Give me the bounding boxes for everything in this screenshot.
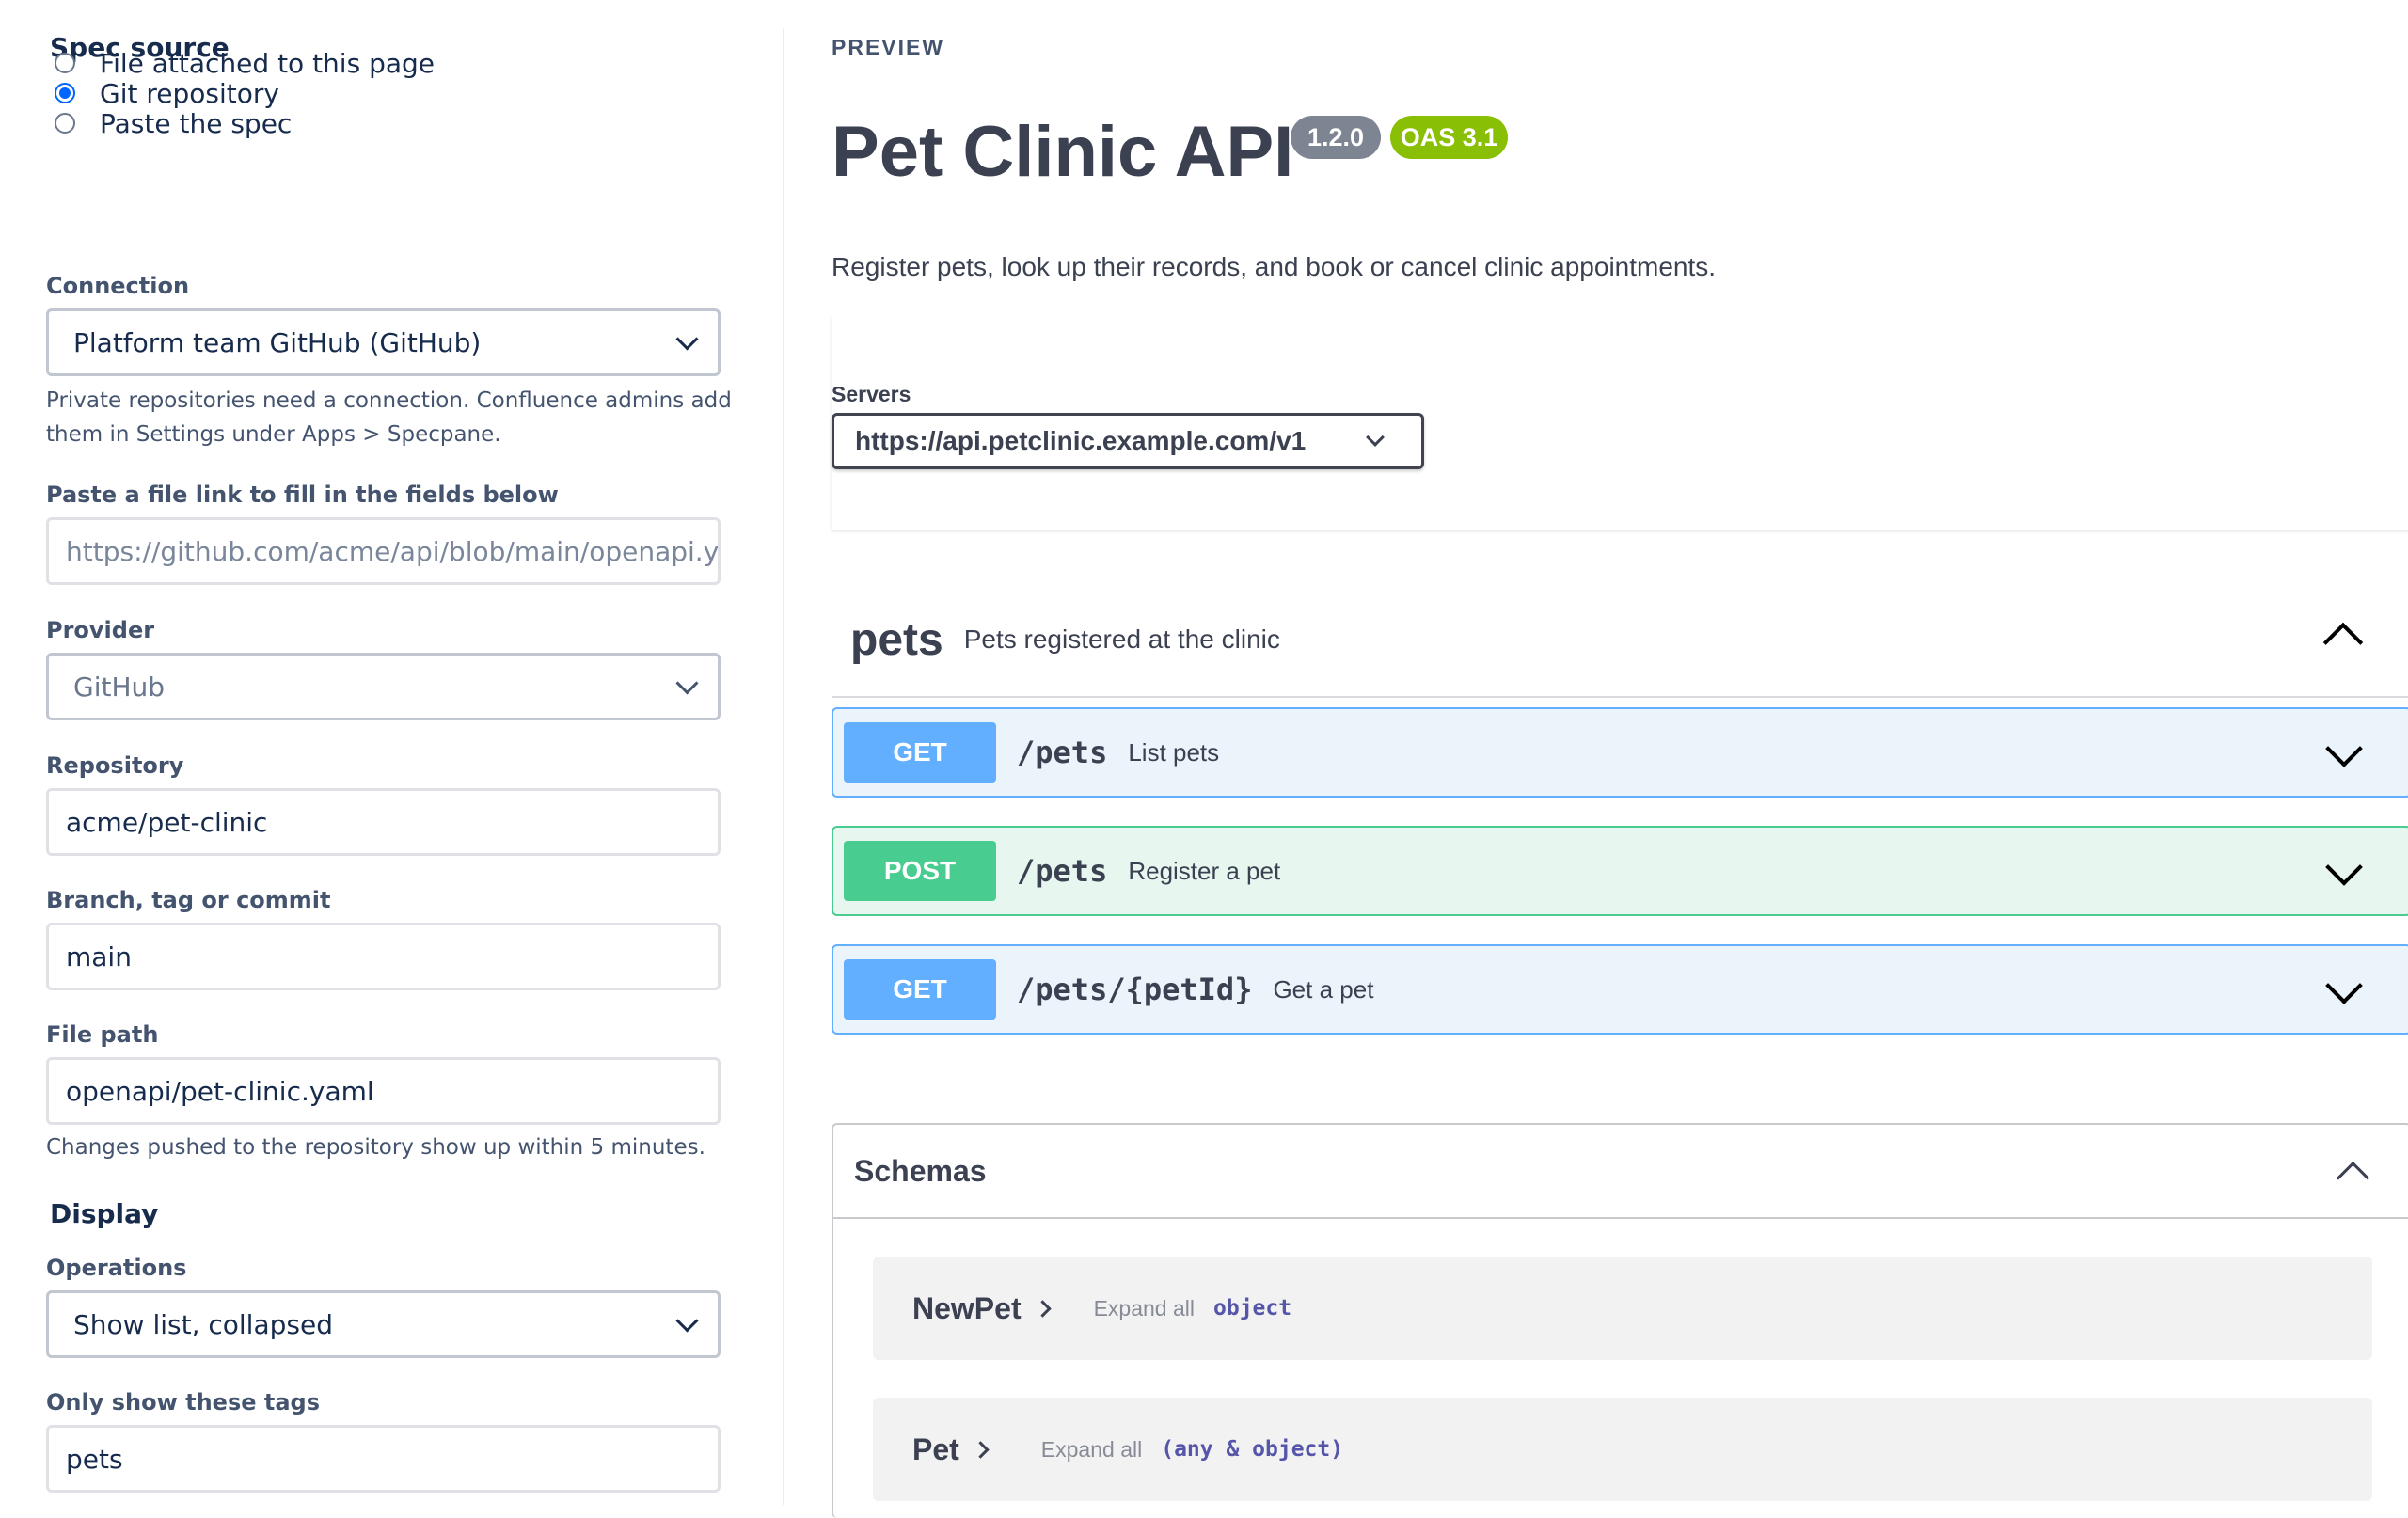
chevron-down-icon[interactable] <box>2325 967 2363 1004</box>
radio-button[interactable] <box>55 113 75 134</box>
tags-value: pets <box>66 1443 123 1475</box>
servers-select[interactable]: https://api.petclinic.example.com/v1 <box>832 413 1424 469</box>
expand-all-link[interactable]: Expand all <box>1041 1437 1142 1463</box>
method-badge: GET <box>844 959 996 1020</box>
preview-label: PREVIEW <box>832 35 945 59</box>
chevron-right-icon[interactable] <box>1033 1299 1052 1318</box>
chevron-down-icon[interactable] <box>2325 730 2363 767</box>
model-name: Pet <box>912 1431 959 1466</box>
file-link-label: Paste a file link to fill in the fields … <box>46 482 559 508</box>
tag-description: Pets registered at the clinic <box>963 625 1280 654</box>
chevron-up-icon[interactable] <box>2322 622 2364 663</box>
operations-value: Show list, collapsed <box>73 1308 333 1340</box>
schema-model-pet[interactable]: Pet Expand all (any & object) <box>873 1398 2372 1501</box>
operation-path: /pets <box>1017 853 1108 889</box>
version-badge: 1.2.0 <box>1291 116 1381 159</box>
chevron-right-icon[interactable] <box>972 1440 990 1459</box>
radio-paste-spec[interactable]: Paste the spec <box>55 108 292 139</box>
tags-label: Only show these tags <box>46 1389 320 1415</box>
schemas-title: Schemas <box>854 1153 987 1188</box>
oas-badge: OAS 3.1 <box>1390 116 1508 159</box>
branch-input[interactable]: main <box>46 923 721 990</box>
api-title: Pet Clinic API <box>832 112 1294 192</box>
file-path-input[interactable]: openapi/pet-clinic.yaml <box>46 1057 721 1125</box>
repository-input[interactable]: acme/pet-clinic <box>46 788 721 856</box>
operation-path: /pets/{petId} <box>1017 972 1253 1007</box>
radio-label: File attached to this page <box>100 47 436 79</box>
connection-select[interactable]: Platform team GitHub (GitHub) <box>46 308 721 376</box>
preview-panel: PREVIEW Pet Clinic API 1.2.0 OAS 3.1 Reg… <box>832 0 2408 1518</box>
operations-select[interactable]: Show list, collapsed <box>46 1290 721 1358</box>
model-type: (any & object) <box>1161 1437 1344 1462</box>
operation-summary: Register a pet <box>1128 856 1281 885</box>
radio-button[interactable] <box>55 53 75 73</box>
connection-help: Private repositories need a connection. … <box>46 388 732 447</box>
display-heading: Display <box>50 1198 159 1229</box>
model-type: object <box>1213 1296 1292 1320</box>
tag-section-header[interactable]: pets Pets registered at the clinic <box>832 583 2408 698</box>
schemas-header[interactable]: Schemas <box>833 1125 2408 1219</box>
operation-summary: List pets <box>1128 737 1220 767</box>
tag-name: pets <box>850 614 943 665</box>
file-link-input[interactable]: https://github.com/acme/api/blob/main/op… <box>46 517 721 585</box>
provider-select[interactable]: GitHub <box>46 653 721 720</box>
panel-divider <box>783 28 784 1505</box>
schema-model-newpet[interactable]: NewPet Expand all object <box>873 1257 2372 1360</box>
operation-path: /pets <box>1017 735 1108 770</box>
file-path-value: openapi/pet-clinic.yaml <box>66 1075 374 1107</box>
chevron-up-icon[interactable] <box>2336 1161 2370 1195</box>
operation-get-pets[interactable]: GET /pets List pets <box>832 707 2408 798</box>
chevron-down-icon <box>675 1308 699 1333</box>
method-badge: GET <box>844 722 996 783</box>
file-link-placeholder: https://github.com/acme/api/blob/main/op… <box>66 535 721 567</box>
schemas-section: Schemas NewPet Expand all object Pet Exp… <box>832 1123 2408 1518</box>
model-name: NewPet <box>912 1290 1022 1325</box>
api-description: Register pets, look up their records, an… <box>832 252 1717 281</box>
provider-label: Provider <box>46 617 155 643</box>
file-path-label: File path <box>46 1021 159 1048</box>
branch-value: main <box>66 941 132 972</box>
chevron-down-icon[interactable] <box>2325 848 2363 886</box>
repository-value: acme/pet-clinic <box>66 806 268 838</box>
servers-label: Servers <box>832 382 911 406</box>
operations-label: Operations <box>46 1255 187 1281</box>
radio-label: Paste the spec <box>100 107 293 139</box>
operation-get-pet-by-id[interactable]: GET /pets/{petId} Get a pet <box>832 944 2408 1035</box>
expand-all-link[interactable]: Expand all <box>1094 1296 1195 1321</box>
method-badge: POST <box>844 841 996 901</box>
chevron-down-icon <box>675 326 699 351</box>
provider-value: GitHub <box>73 671 166 703</box>
branch-label: Branch, tag or commit <box>46 887 331 913</box>
file-path-help: Changes pushed to the repository show up… <box>46 1135 705 1160</box>
repository-label: Repository <box>46 752 184 779</box>
macro-config-panel: Spec source File attached to this page G… <box>0 0 781 1505</box>
radio-button-selected[interactable] <box>55 83 75 103</box>
tags-input[interactable]: pets <box>46 1425 721 1493</box>
operation-summary: Get a pet <box>1273 974 1374 1004</box>
chevron-down-icon <box>1366 428 1385 447</box>
radio-label: Git repository <box>100 77 279 109</box>
chevron-down-icon <box>675 671 699 695</box>
radio-file-attached[interactable]: File attached to this page <box>55 48 435 79</box>
operation-post-pets[interactable]: POST /pets Register a pet <box>832 826 2408 916</box>
server-value: https://api.petclinic.example.com/v1 <box>855 426 1307 455</box>
connection-value: Platform team GitHub (GitHub) <box>73 326 482 358</box>
radio-git-repository[interactable]: Git repository <box>55 78 279 109</box>
connection-label: Connection <box>46 273 190 299</box>
